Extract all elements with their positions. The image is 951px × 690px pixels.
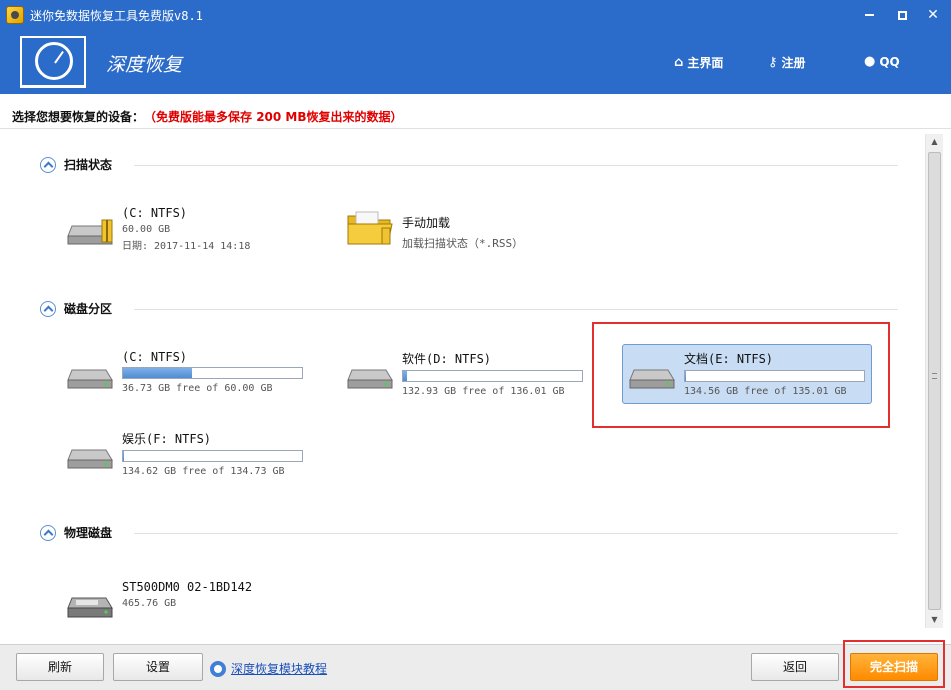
drive-name: 软件(D: NTFS): [402, 352, 492, 366]
partition-f[interactable]: 娱乐(F: NTFS) 134.62 GB free of 134.73 GB: [66, 430, 316, 488]
device-prompt: 选择您想要恢复的设备： （免费版能最多保存 200 MB恢复出来的数据）: [12, 108, 403, 125]
title-bar: 迷你免数据恢复工具免费版v8.1 ✕: [0, 0, 951, 30]
settings-button[interactable]: 设置: [113, 653, 203, 681]
logo-icon: [20, 36, 86, 88]
scan-status-item-c[interactable]: (C: NTFS) 60.00 GB 日期: 2017-11-14 14:18: [66, 206, 316, 264]
section-partitions[interactable]: 磁盘分区: [40, 300, 112, 317]
nav-qq-label: QQ: [879, 54, 900, 69]
usage-bar: [684, 370, 865, 382]
nav-register[interactable]: ⚷ 注册: [768, 54, 806, 71]
free-space: 134.62 GB free of 134.73 GB: [122, 466, 285, 477]
drive-name: (C: NTFS): [122, 350, 188, 364]
divider: [134, 533, 898, 534]
close-icon: ✕: [927, 7, 939, 23]
section-title: 物理磁盘: [64, 526, 113, 540]
app-icon: [6, 6, 24, 24]
scroll-down-icon[interactable]: ▼: [926, 612, 943, 628]
usage-bar: [402, 370, 583, 382]
home-icon: ⌂: [674, 55, 684, 70]
nav-home[interactable]: ⌂ 主界面: [674, 54, 723, 71]
nav-home-label: 主界面: [687, 56, 724, 70]
hard-drive-icon: [67, 219, 113, 245]
tutorial-link[interactable]: 深度恢复模块教程: [210, 660, 327, 677]
free-space: 36.73 GB free of 60.00 GB: [122, 383, 273, 394]
hard-drive-icon: [347, 369, 393, 389]
prompt-text: 选择您想要恢复的设备：: [12, 110, 145, 124]
free-space: 132.93 GB free of 136.01 GB: [402, 386, 565, 397]
tutorial-label: 深度恢复模块教程: [231, 662, 328, 676]
lifebuoy-icon: [210, 660, 226, 677]
divider: [134, 309, 898, 310]
minimize-icon: [864, 14, 874, 16]
usage-bar: [122, 367, 303, 379]
nav-register-label: 注册: [781, 56, 806, 70]
collapse-icon[interactable]: [40, 156, 56, 173]
free-space: 134.56 GB free of 135.01 GB: [684, 386, 847, 397]
maximize-icon: [897, 10, 907, 20]
divider: [0, 128, 951, 129]
scan-date: 日期: 2017-11-14 14:18: [122, 241, 251, 252]
nav-qq[interactable]: ● QQ: [864, 54, 900, 69]
disk-size: 465.76 GB: [122, 598, 177, 609]
section-title: 磁盘分区: [64, 302, 113, 316]
manual-load-subtitle: 加载扫描状态（*.RSS）: [402, 237, 524, 250]
back-button[interactable]: 返回: [751, 653, 839, 681]
drive-size: 60.00 GB: [122, 224, 171, 235]
brand-title: 深度恢复: [106, 54, 183, 76]
partition-c[interactable]: (C: NTFS) 36.73 GB free of 60.00 GB: [66, 350, 316, 408]
folder-icon: [347, 211, 393, 245]
section-physical-disk[interactable]: 物理磁盘: [40, 524, 112, 541]
usage-fill: [123, 451, 124, 461]
usage-fill: [685, 371, 686, 381]
maximize-button[interactable]: [889, 4, 915, 26]
manual-load-title: 手动加载: [402, 216, 451, 230]
device-list-panel: 扫描状态 (C: NTFS) 60.00 GB 日期: 2017-11-14 1…: [12, 134, 924, 642]
drive-name: 娱乐(F: NTFS): [122, 432, 212, 446]
scroll-up-icon[interactable]: ▲: [926, 134, 943, 150]
minimize-button[interactable]: [856, 4, 882, 26]
hard-drive-icon: [67, 369, 113, 389]
highlight-box: [843, 640, 945, 688]
drive-name: 文档(E: NTFS): [684, 352, 774, 366]
window-title: 迷你免数据恢复工具免费版v8.1: [30, 9, 203, 23]
collapse-icon[interactable]: [40, 300, 56, 317]
usage-fill: [403, 371, 408, 381]
scroll-thumb[interactable]: [928, 152, 941, 610]
partition-d[interactable]: 软件(D: NTFS) 132.93 GB free of 136.01 GB: [346, 350, 596, 408]
app-header: 深度恢复 ⌂ 主界面 ⚷ 注册 ● QQ: [0, 30, 951, 94]
section-title: 扫描状态: [64, 158, 113, 172]
usage-bar: [122, 450, 303, 462]
disk-name: ST500DM0 02-1BD142: [122, 580, 253, 594]
physical-disk-item[interactable]: ST500DM0 02-1BD142 465.76 GB: [66, 580, 316, 638]
hard-drive-icon: [629, 369, 675, 389]
section-scan-status[interactable]: 扫描状态: [40, 156, 112, 173]
vertical-scrollbar[interactable]: ▲ ▼: [925, 134, 943, 628]
hard-drive-icon: [67, 449, 113, 469]
collapse-icon[interactable]: [40, 524, 56, 541]
close-button[interactable]: ✕: [920, 4, 946, 26]
key-icon: ⚷: [768, 55, 778, 70]
refresh-button[interactable]: 刷新: [16, 653, 104, 681]
drive-name: (C: NTFS): [122, 206, 188, 220]
physical-disk-icon: [67, 597, 113, 618]
manual-load-item[interactable]: 手动加载 加载扫描状态（*.RSS）: [346, 208, 596, 266]
divider: [134, 165, 898, 166]
qq-penguin-icon: ●: [864, 54, 876, 69]
usage-fill: [123, 368, 193, 378]
free-limit-warning: （免费版能最多保存 200 MB恢复出来的数据）: [150, 110, 403, 124]
